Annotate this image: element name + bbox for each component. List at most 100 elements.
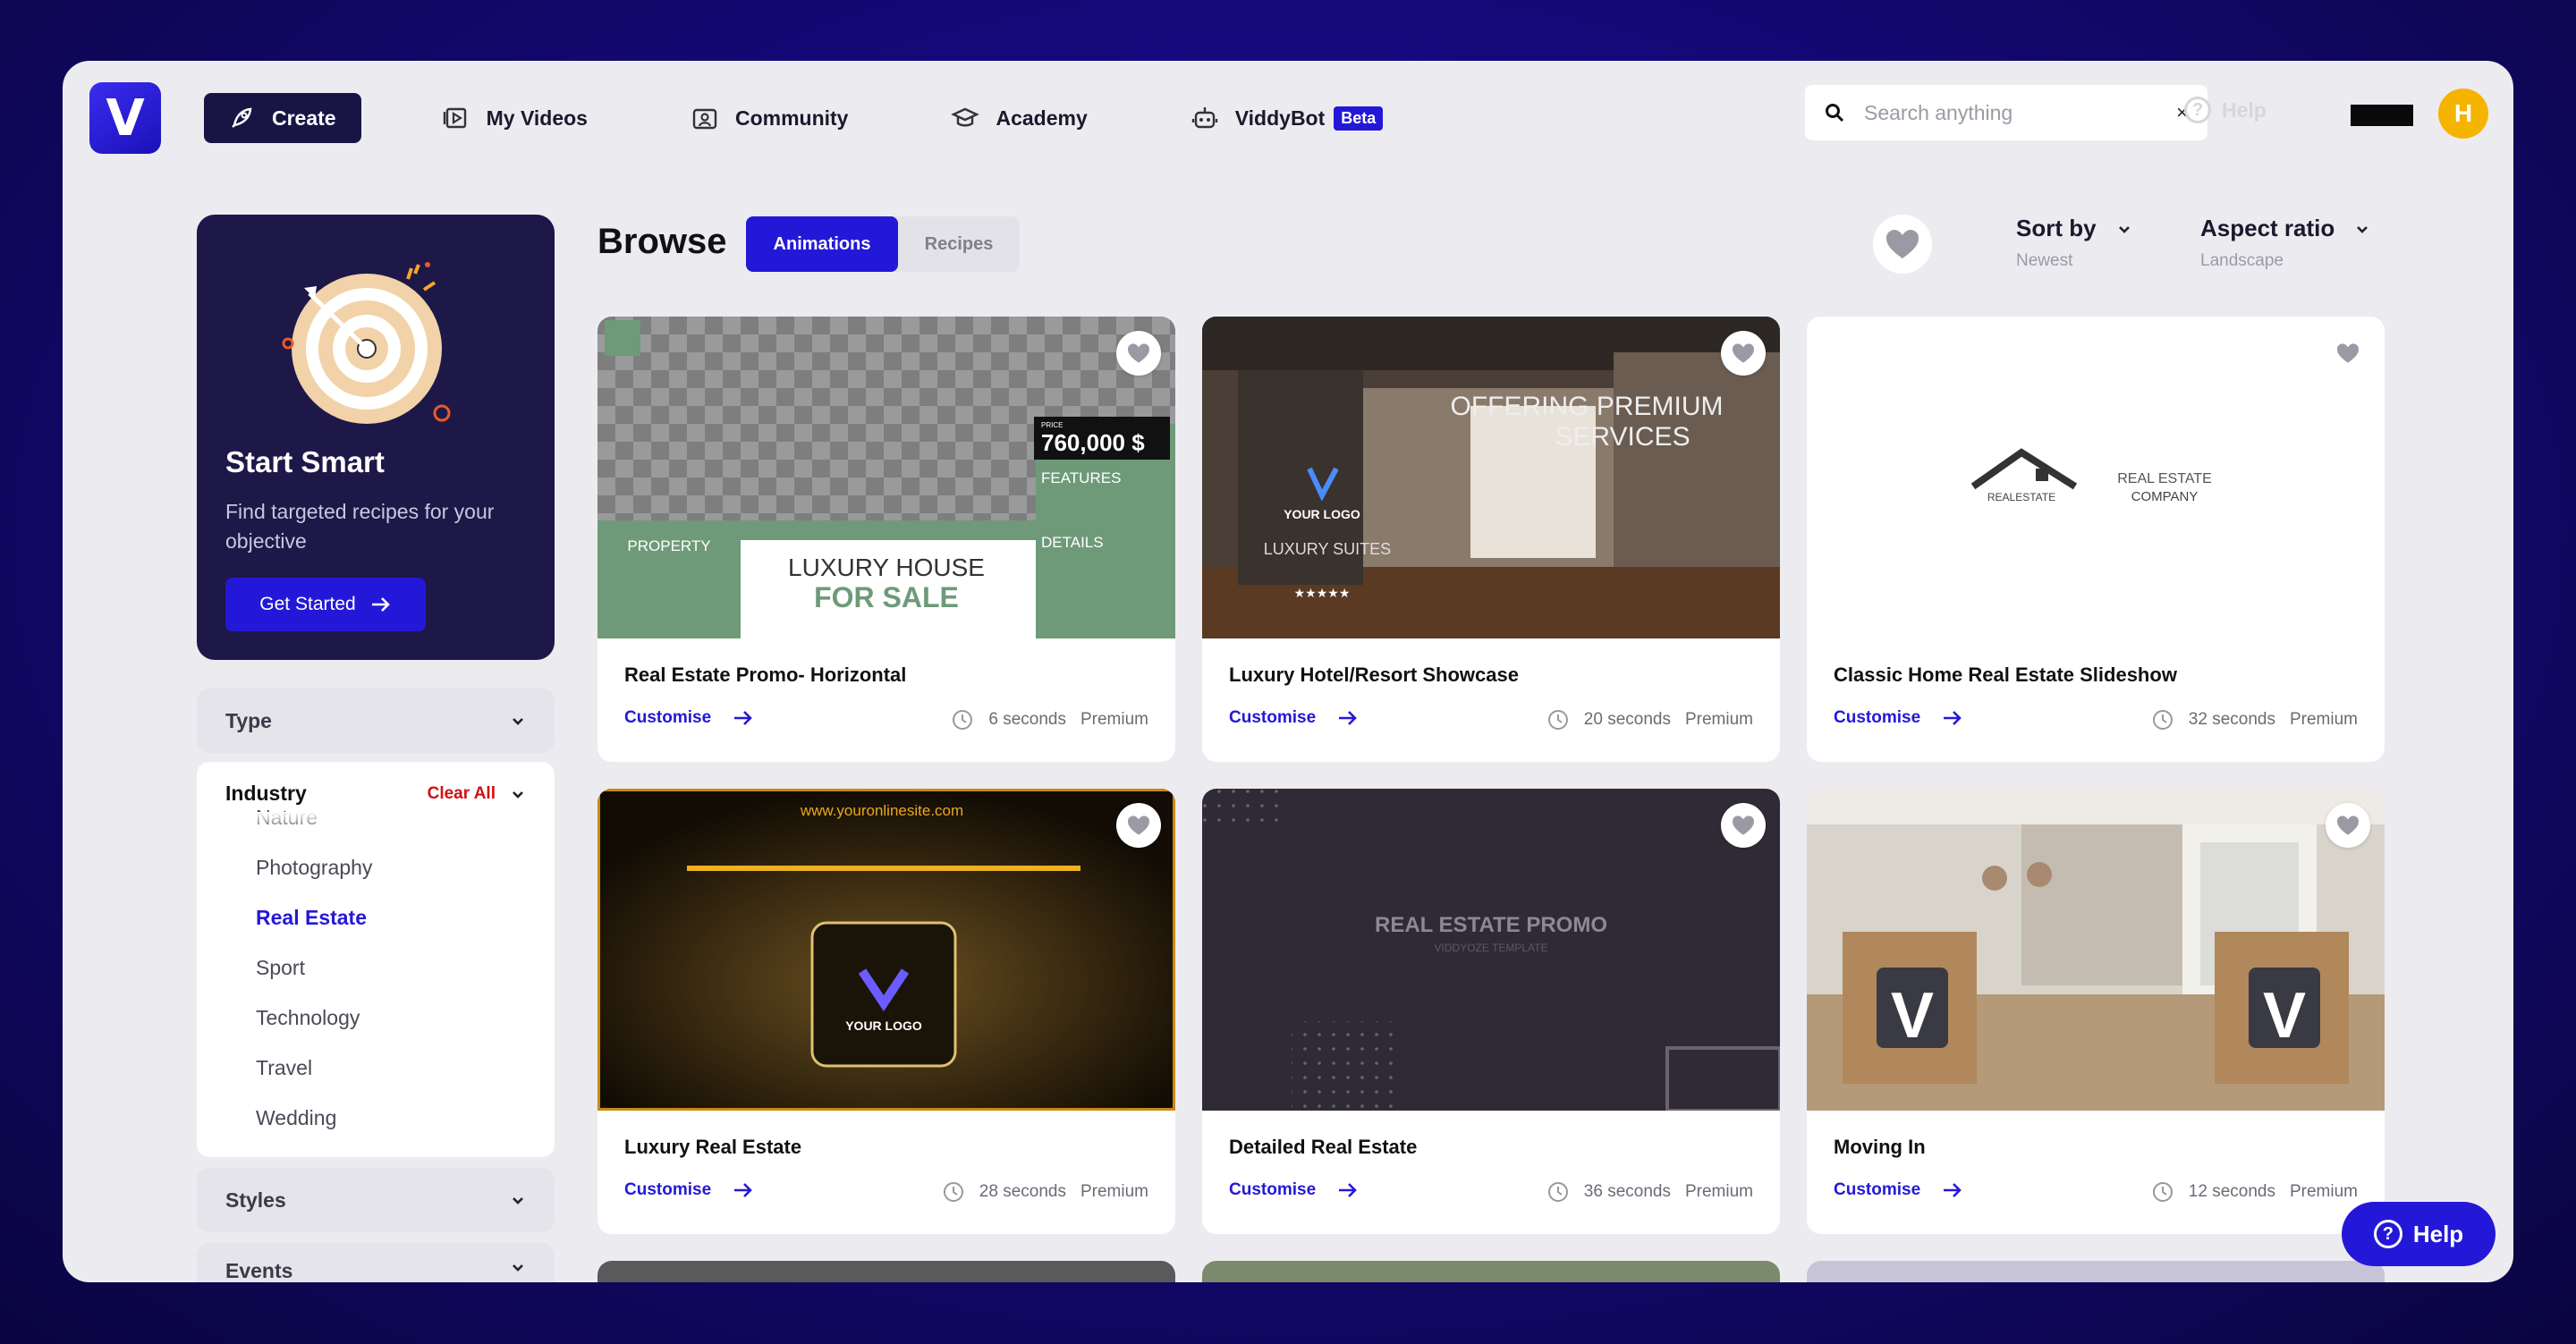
customise-link[interactable]: Customise [1229, 1180, 1359, 1200]
redacted-block [2351, 105, 2413, 126]
arrow-right-icon [1339, 1183, 1357, 1197]
clock-icon [1547, 710, 1568, 730]
nav-create[interactable]: Create [204, 93, 361, 143]
card-meta: 28 seconds Premium [942, 1180, 1148, 1204]
chevron-down-icon [513, 718, 523, 725]
customise-link[interactable]: Customise [1229, 708, 1359, 728]
browse-tabs: Animations Recipes [746, 216, 1020, 272]
template-card[interactable]: REALESTATE REAL ESTATE COMPANY Classic H… [1807, 317, 2385, 762]
chevron-down-icon [2357, 225, 2368, 233]
card-title: Moving In [1834, 1136, 1926, 1158]
headline-line1: LUXURY HOUSE [788, 554, 985, 581]
duration-text: 32 seconds [2188, 710, 2275, 729]
customise-link[interactable]: Customise [624, 1180, 754, 1200]
template-card-partial[interactable] [1202, 1261, 1780, 1282]
nav-community[interactable]: Community [691, 93, 848, 143]
promo-thumb-sub: VIDDYOZE TEMPLATE [1435, 942, 1548, 954]
industry-option-photography[interactable]: Photography [256, 842, 372, 892]
start-smart-panel: Start Smart Find targeted recipes for yo… [197, 215, 555, 660]
card-meta: 36 seconds Premium [1546, 1180, 1753, 1204]
tier-text: Premium [2289, 710, 2358, 729]
template-card[interactable]: www.youronlinesite.com YOUR LOGO Luxury … [597, 789, 1175, 1234]
favorite-button[interactable] [2326, 331, 2370, 376]
viddyoze-logo[interactable]: V [89, 82, 161, 154]
industry-option-travel[interactable]: Travel [256, 1043, 372, 1093]
industry-option-real-estate[interactable]: Real Estate [256, 892, 372, 942]
template-thumbnail[interactable]: PRICE 760,000 $ FEATURES DETAILS PROPERT… [597, 317, 1175, 638]
help-link[interactable]: ? Help [2184, 97, 2267, 123]
property-text: PROPERTY [627, 537, 710, 554]
company-line2: COMPANY [2131, 489, 2199, 504]
app-window: V Create My Videos Community Academy Vid… [63, 61, 2513, 1282]
tier-text: Premium [2289, 1182, 2358, 1201]
chevron-down-icon [2118, 225, 2130, 233]
stars-text: ★★★★★ [1294, 586, 1351, 600]
template-card[interactable]: REAL ESTATE PROMO VIDDYOZE TEMPLATE Deta… [1202, 789, 1780, 1234]
customise-link[interactable]: Customise [1834, 708, 1963, 728]
price-text: 760,000 $ [1041, 429, 1145, 456]
price-caption: PRICE [1041, 421, 1063, 429]
aspect-ratio-label: Aspect ratio [2200, 215, 2335, 241]
customise-label: Customise [624, 708, 712, 727]
template-card[interactable]: PRICE 760,000 $ FEATURES DETAILS PROPERT… [597, 317, 1175, 762]
help-chat-button[interactable]: ? Help [2342, 1202, 2496, 1266]
template-thumbnail[interactable]: www.youronlinesite.com YOUR LOGO [597, 789, 1175, 1111]
get-started-button[interactable]: Get Started [225, 578, 426, 631]
favorite-button[interactable] [1721, 331, 1766, 376]
template-card[interactable]: OFFERING PREMIUM SERVICES YOUR LOGO LUXU… [1202, 317, 1780, 762]
box-letter-left: V [1891, 980, 1934, 1052]
template-card-partial[interactable] [1807, 1261, 2385, 1282]
customise-link[interactable]: Customise [1834, 1180, 1963, 1200]
search-input[interactable]: Search anything [1864, 101, 2176, 125]
duration-text: 6 seconds [988, 710, 1066, 729]
industry-option-wedding[interactable]: Wedding [256, 1093, 372, 1143]
tab-animations[interactable]: Animations [746, 216, 898, 272]
favorite-button[interactable] [1116, 803, 1161, 848]
template-thumbnail[interactable]: REAL ESTATE PROMO VIDDYOZE TEMPLATE [1202, 789, 1780, 1111]
user-avatar[interactable]: H [2438, 89, 2488, 139]
sort-dropdown[interactable]: Sort by Newest [2016, 215, 2132, 271]
aspect-ratio-dropdown[interactable]: Aspect ratio Landscape [2200, 215, 2370, 271]
chevron-down-icon [513, 790, 523, 799]
search-box[interactable]: Search anything × [1805, 85, 2207, 140]
filter-industry-panel: Nature Photography Real Estate Sport Tec… [197, 762, 555, 1157]
nav-my-videos-label: My Videos [486, 106, 588, 130]
filter-industry-header[interactable]: Industry Clear All [225, 782, 526, 806]
offer-line2: SERVICES [1555, 422, 1690, 452]
industry-option-technology[interactable]: Technology [256, 993, 372, 1043]
nav-my-videos[interactable]: My Videos [442, 93, 588, 143]
tab-recipes[interactable]: Recipes [898, 216, 1020, 272]
nav-viddybot[interactable]: ViddyBot Beta [1191, 93, 1384, 143]
nav-create-label: Create [272, 106, 336, 130]
favourites-filter-button[interactable] [1873, 215, 1932, 274]
template-thumbnail[interactable]: REALESTATE REAL ESTATE COMPANY [1807, 317, 2385, 638]
favorite-button[interactable] [2326, 803, 2370, 848]
card-meta: 6 seconds Premium [951, 708, 1148, 731]
template-thumbnail[interactable]: V V [1807, 789, 2385, 1111]
help-icon: ? [2184, 97, 2211, 123]
hotel-logo-text: YOUR LOGO [1284, 507, 1360, 521]
favorite-button[interactable] [1116, 331, 1161, 376]
heart-icon [1733, 343, 1754, 363]
promo-thumb-title: REAL ESTATE PROMO [1375, 913, 1607, 937]
aspect-ratio-value: Landscape [2200, 251, 2284, 270]
clock-icon [943, 1182, 963, 1202]
favorite-button[interactable] [1721, 803, 1766, 848]
template-thumbnail[interactable]: OFFERING PREMIUM SERVICES YOUR LOGO LUXU… [1202, 317, 1780, 638]
customise-link[interactable]: Customise [624, 708, 754, 728]
industry-option-sport[interactable]: Sport [256, 942, 372, 993]
nav-academy[interactable]: Academy [951, 93, 1088, 143]
clear-all-button[interactable]: Clear All [428, 784, 496, 804]
promo-description: Find targeted recipes for your objective [225, 500, 495, 553]
template-card[interactable]: V V Moving In Customise 12 seconds Premi… [1807, 789, 2385, 1234]
target-illustration-icon [282, 262, 451, 424]
template-card-partial[interactable] [597, 1261, 1175, 1282]
filter-styles[interactable]: Styles [197, 1168, 555, 1232]
filter-type[interactable]: Type [197, 689, 555, 753]
filter-events[interactable]: Events [197, 1243, 555, 1282]
card-title: Real Estate Promo- Horizontal [624, 664, 907, 686]
main-nav: Create My Videos Community Academy Viddy… [204, 93, 1486, 143]
get-started-label: Get Started [259, 594, 356, 614]
features-text: FEATURES [1041, 469, 1121, 486]
tier-text: Premium [1684, 710, 1753, 729]
